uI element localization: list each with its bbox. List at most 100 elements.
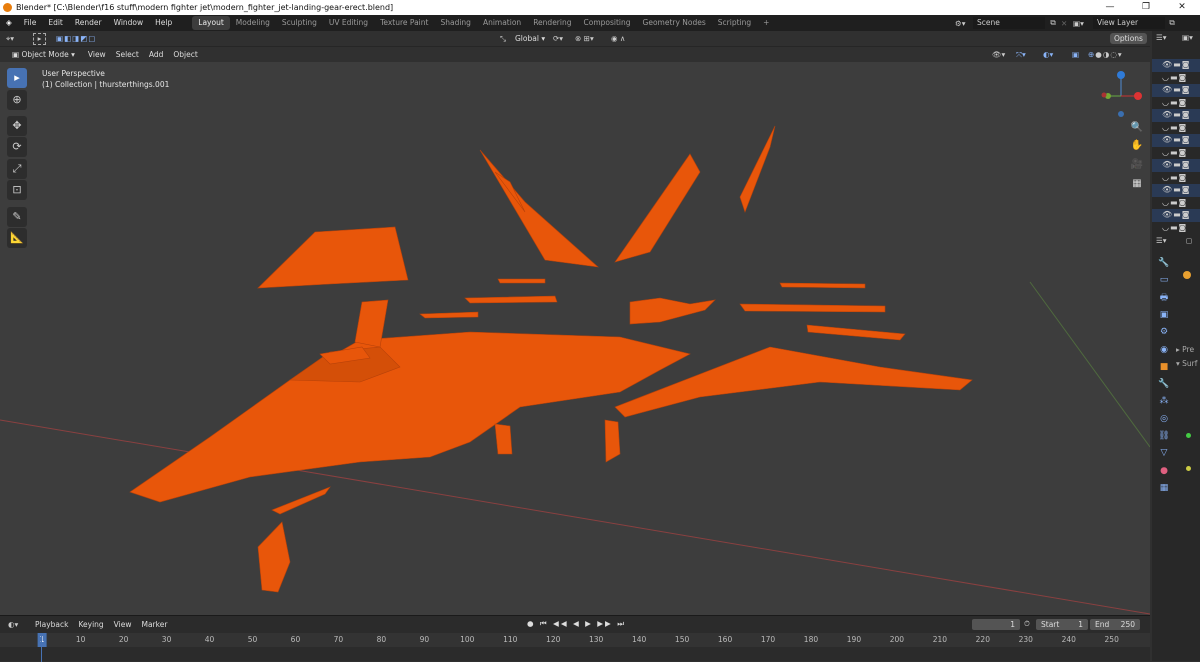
monitor-icon[interactable]: ▬: [1173, 185, 1182, 194]
camera-render-icon[interactable]: ◙: [1182, 110, 1191, 119]
visibility-icon[interactable]: 👁▾: [992, 50, 1005, 59]
outliner-row[interactable]: ◡▬◙: [1152, 97, 1200, 110]
material-slot-icon[interactable]: [1183, 271, 1191, 279]
viewport-menu-select[interactable]: Select: [111, 50, 144, 59]
menu-edit[interactable]: Edit: [42, 15, 69, 31]
eye-open-icon[interactable]: 👁: [1162, 110, 1173, 119]
monitor-icon[interactable]: ▬: [1173, 160, 1182, 169]
camera-render-icon[interactable]: ◙: [1179, 223, 1188, 232]
blender-menu-icon[interactable]: ◈: [0, 15, 18, 31]
eye-closed-icon[interactable]: ◡: [1162, 223, 1170, 232]
options-dropdown[interactable]: Options ▾: [1110, 33, 1147, 54]
3d-viewport[interactable]: ▸ ⊕ ✥ ⟳ ⤢ ⊡ ✎ 📐 User Perspective (1) Collection…: [0, 62, 1150, 615]
camera-render-icon[interactable]: ◙: [1182, 160, 1191, 169]
start-frame-field[interactable]: Start 1: [1036, 619, 1088, 630]
maximize-button[interactable]: ❐: [1128, 0, 1164, 15]
outliner-row[interactable]: ◡▬◙: [1152, 222, 1200, 235]
annotate-tool-icon[interactable]: ✎: [7, 207, 27, 227]
properties-tab-tool-icon[interactable]: 🔧: [1157, 256, 1171, 270]
tab-texture-paint[interactable]: Texture Paint: [374, 16, 434, 30]
timeline-menu-marker[interactable]: Marker: [136, 620, 172, 629]
outliner-row[interactable]: ◡▬◙: [1152, 72, 1200, 85]
zoom-icon[interactable]: 🔍: [1130, 122, 1144, 136]
properties-tab-render-icon[interactable]: ▭: [1157, 273, 1171, 287]
cursor-tool-icon[interactable]: ⊕: [7, 90, 27, 110]
outliner-row[interactable]: ◡▬◙: [1152, 172, 1200, 185]
camera-render-icon[interactable]: ◙: [1179, 148, 1188, 157]
properties-tab-particles-icon[interactable]: ⁂: [1157, 394, 1171, 408]
timeline-menu-playback[interactable]: Playback: [30, 620, 73, 629]
eye-closed-icon[interactable]: ◡: [1162, 98, 1170, 107]
eye-open-icon[interactable]: 👁: [1162, 60, 1173, 69]
properties-tab-material-icon[interactable]: ●: [1157, 464, 1171, 478]
eye-closed-icon[interactable]: ◡: [1162, 123, 1170, 132]
select-box-tool-icon[interactable]: ▸: [7, 68, 27, 88]
new-scene-icon[interactable]: ⧉: [1045, 18, 1061, 28]
outliner-row[interactable]: ◡▬◙: [1152, 122, 1200, 135]
properties-tab-physics-icon[interactable]: ◎: [1157, 412, 1171, 426]
transform-tool-icon[interactable]: ⊡: [7, 180, 27, 200]
xray-icon[interactable]: ▣: [1072, 50, 1079, 59]
monitor-icon[interactable]: ▬: [1170, 173, 1179, 182]
tab-animation[interactable]: Animation: [477, 16, 527, 30]
monitor-icon[interactable]: ▬: [1170, 73, 1179, 82]
monitor-icon[interactable]: ▬: [1173, 210, 1182, 219]
tab-uv-editing[interactable]: UV Editing: [323, 16, 374, 30]
overlay-icon[interactable]: ◐▾: [1043, 50, 1053, 59]
delete-scene-icon[interactable]: ✕: [1061, 19, 1073, 28]
preview-panel-header[interactable]: ▸ Pre: [1176, 345, 1194, 354]
camera-render-icon[interactable]: ◙: [1182, 60, 1191, 69]
camera-render-icon[interactable]: ◙: [1179, 73, 1188, 82]
properties-tab-output-icon[interactable]: 🖶: [1157, 291, 1171, 305]
outliner-row[interactable]: 👁▬◙: [1152, 109, 1200, 122]
menu-render[interactable]: Render: [69, 15, 108, 31]
timeline-menu-view[interactable]: View: [109, 620, 137, 629]
scene-icon[interactable]: ⚙▾: [955, 19, 973, 28]
playhead[interactable]: [41, 633, 42, 662]
selection-mode-icons[interactable]: ▣◧◨◩▢: [56, 34, 96, 43]
measure-tool-icon[interactable]: 📐: [7, 228, 27, 248]
viewport-menu-add[interactable]: Add: [144, 50, 169, 59]
outliner-editor-icon[interactable]: ☰▾: [1156, 33, 1167, 42]
current-frame-field[interactable]: 1: [972, 619, 1020, 630]
snap-icon[interactable]: ⊗ ⊞▾: [575, 34, 594, 43]
eye-open-icon[interactable]: 👁: [1162, 85, 1173, 94]
monitor-icon[interactable]: ▬: [1173, 135, 1182, 144]
properties-tab-texture-icon[interactable]: ▦: [1157, 481, 1171, 495]
menu-file[interactable]: File: [18, 15, 43, 31]
menu-window[interactable]: Window: [108, 15, 150, 31]
stopwatch-icon[interactable]: ⏱: [1024, 619, 1030, 629]
monitor-icon[interactable]: ▬: [1170, 148, 1179, 157]
tab-shading[interactable]: Shading: [434, 16, 476, 30]
outliner-row[interactable]: ◡▬◙: [1152, 197, 1200, 210]
properties-tab-world-icon[interactable]: ◉: [1157, 343, 1171, 357]
outliner-row[interactable]: 👁▬◙: [1152, 159, 1200, 172]
properties-tab-constraints-icon[interactable]: ⛓: [1157, 429, 1171, 443]
minimize-button[interactable]: —: [1092, 0, 1128, 15]
tab-+[interactable]: +: [757, 16, 775, 30]
editor-type-icon[interactable]: ⌖▾: [6, 34, 14, 44]
properties-tab-data-icon[interactable]: ▽: [1157, 446, 1171, 460]
camera-render-icon[interactable]: ◙: [1179, 173, 1188, 182]
scale-tool-icon[interactable]: ⤢: [7, 159, 27, 179]
eye-closed-icon[interactable]: ◡: [1162, 198, 1170, 207]
timeline-editor-icon[interactable]: ◐▾: [8, 620, 30, 629]
outliner-row[interactable]: 👁▬◙: [1152, 184, 1200, 197]
view-layer-field[interactable]: View Layer: [1093, 17, 1165, 29]
camera-render-icon[interactable]: ◙: [1179, 198, 1188, 207]
monitor-icon[interactable]: ▬: [1170, 198, 1179, 207]
select-tool-icon[interactable]: ▸: [33, 33, 46, 45]
timeline-menu-keying[interactable]: Keying: [73, 620, 108, 629]
monitor-icon[interactable]: ▬: [1173, 110, 1182, 119]
eye-open-icon[interactable]: 👁: [1162, 135, 1173, 144]
frame-ruler[interactable]: 1 10 20 30 40 50 60 70 80 90 100 110 120 130 140 150 160…: [0, 633, 1150, 647]
menu-help[interactable]: Help: [149, 15, 178, 31]
camera-render-icon[interactable]: ◙: [1179, 98, 1188, 107]
monitor-icon[interactable]: ▬: [1170, 223, 1179, 232]
monitor-icon[interactable]: ▬: [1170, 123, 1179, 132]
tab-geometry-nodes[interactable]: Geometry Nodes: [637, 16, 712, 30]
end-frame-field[interactable]: End 250: [1090, 619, 1140, 630]
monitor-icon[interactable]: ▬: [1173, 60, 1182, 69]
playback-controls[interactable]: ● ⏮ ◀◀ ◀ ▶ ▶▶ ⏭: [527, 619, 626, 629]
close-button[interactable]: ✕: [1164, 0, 1200, 15]
